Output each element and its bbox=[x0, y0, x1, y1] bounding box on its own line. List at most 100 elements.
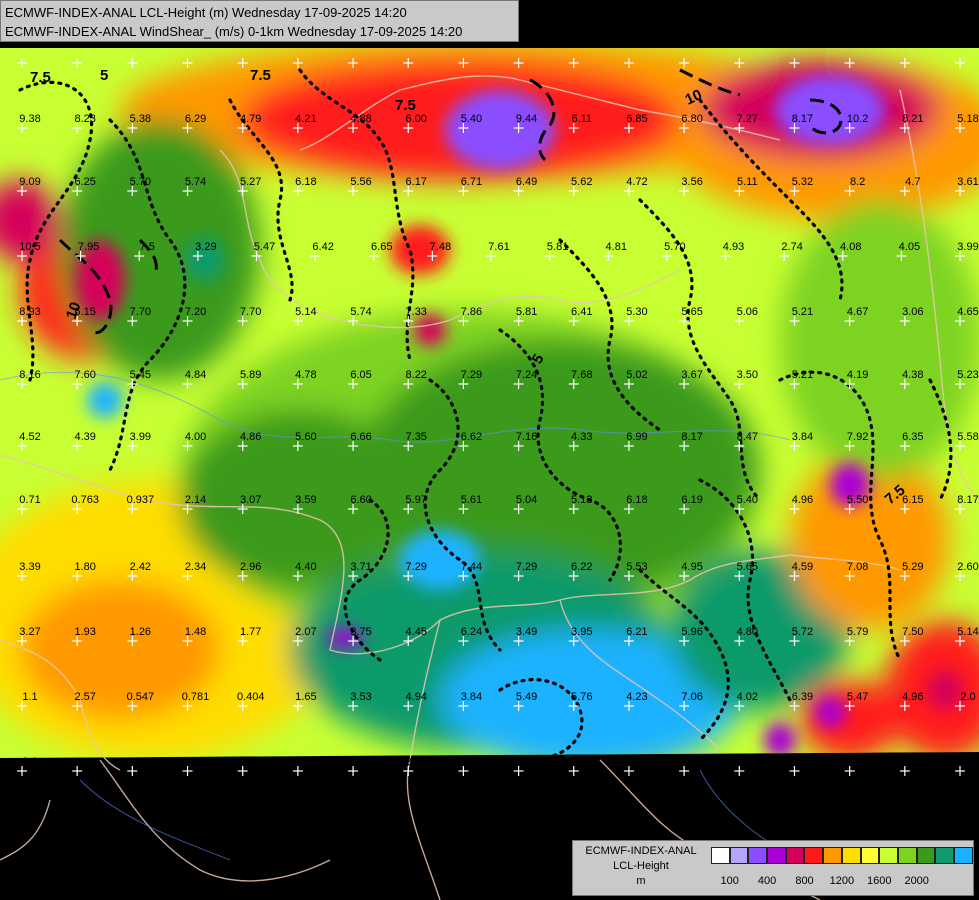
value-label: 8.17 bbox=[792, 113, 813, 125]
value-label: 4.59 bbox=[792, 561, 813, 573]
value-label: 7.29 bbox=[461, 369, 482, 381]
value-label: 0.781 bbox=[182, 691, 210, 703]
value-label: 3.50 bbox=[737, 369, 758, 381]
value-label: 5.61 bbox=[461, 494, 482, 506]
value-label: 4.79 bbox=[240, 113, 261, 125]
value-label: 7.35 bbox=[406, 431, 427, 443]
value-label: 0.404 bbox=[237, 691, 265, 703]
legend-title-line-1: ECMWF-INDEX-ANAL bbox=[585, 845, 697, 857]
legend-tick-label: 800 bbox=[795, 875, 814, 887]
value-label: 4.10 bbox=[516, 756, 537, 768]
legend-tick-label: 1200 bbox=[829, 875, 855, 887]
value-label: 5.27 bbox=[240, 176, 261, 188]
value-label: 5.76 bbox=[571, 691, 592, 703]
value-label: 4.45 bbox=[406, 626, 427, 638]
legend-swatch bbox=[879, 847, 898, 864]
value-label: 8.17 bbox=[957, 494, 978, 506]
value-label: 4.40 bbox=[295, 561, 316, 573]
value-label: 4.7 bbox=[905, 176, 920, 188]
value-label: 8.1 bbox=[960, 756, 975, 768]
value-label: 6.99 bbox=[626, 431, 647, 443]
value-label: 4.23 bbox=[626, 691, 647, 703]
value-label: 5.21 bbox=[792, 369, 813, 381]
value-label: 2.14 bbox=[185, 494, 206, 506]
value-label: 5.21 bbox=[792, 306, 813, 318]
legend-swatch bbox=[767, 847, 786, 864]
value-label: 5.30 bbox=[626, 306, 647, 318]
value-label: 3.49 bbox=[516, 626, 537, 638]
legend-swatch bbox=[804, 847, 824, 864]
value-label: 5.56 bbox=[350, 176, 371, 188]
value-label: 4.66 bbox=[571, 756, 592, 768]
value-label: 7.08 bbox=[847, 561, 868, 573]
value-label: 2.60 bbox=[957, 561, 978, 573]
value-label: 6.42 bbox=[312, 241, 333, 253]
value-label: 6.25 bbox=[74, 176, 95, 188]
value-label: 6.62 bbox=[461, 431, 482, 443]
color-legend: ECMWF-INDEX-ANAL LCL-Height m 100 400 800 1… bbox=[572, 840, 974, 896]
value-label: 1.92 bbox=[185, 756, 206, 768]
value-label: 8.93 bbox=[19, 306, 40, 318]
legend-swatch bbox=[860, 847, 880, 864]
value-label: 3.53 bbox=[350, 691, 371, 703]
value-label: 6.19 bbox=[681, 494, 702, 506]
value-label: 4.88 bbox=[350, 113, 371, 125]
value-label: 4.33 bbox=[571, 431, 592, 443]
value-label: 5.29 bbox=[902, 561, 923, 573]
value-label: 2.51 bbox=[74, 756, 95, 768]
value-label: 9.38 bbox=[19, 113, 40, 125]
value-label: 7.27 bbox=[737, 113, 758, 125]
value-label: 5.97 bbox=[406, 494, 427, 506]
value-label: 4.80 bbox=[737, 626, 758, 638]
value-label: 4.84 bbox=[185, 369, 206, 381]
legend-tick-label: 100 bbox=[720, 875, 739, 887]
legend-swatch bbox=[935, 847, 954, 864]
value-label: 5.74 bbox=[350, 306, 371, 318]
value-label: 4.21 bbox=[295, 113, 316, 125]
value-label: 8.2 bbox=[850, 176, 865, 188]
value-label: 7.48 bbox=[430, 241, 451, 253]
value-label: 4.67 bbox=[847, 306, 868, 318]
value-label: 4.39 bbox=[74, 431, 95, 443]
value-label: 10.5 bbox=[19, 241, 40, 253]
value-label: 8.21 bbox=[902, 113, 923, 125]
legend-swatch bbox=[897, 847, 917, 864]
value-label: 6.29 bbox=[185, 113, 206, 125]
contour-label: 7.5 bbox=[395, 97, 416, 114]
value-label: 2.3 bbox=[22, 756, 37, 768]
value-label: 1.34 bbox=[130, 756, 151, 768]
value-label: 8.22 bbox=[406, 369, 427, 381]
value-label: 1.48 bbox=[185, 626, 206, 638]
value-label: 3.99 bbox=[957, 241, 978, 253]
value-label: 5.65 bbox=[737, 561, 758, 573]
value-label: 4.78 bbox=[295, 369, 316, 381]
value-label: 6.35 bbox=[902, 431, 923, 443]
value-label: 5.02 bbox=[626, 369, 647, 381]
value-label: 9.09 bbox=[19, 176, 40, 188]
value-label: 5.40 bbox=[737, 494, 758, 506]
value-label: 3.39 bbox=[19, 561, 40, 573]
value-label: 4.05 bbox=[681, 756, 702, 768]
value-label: 7.06 bbox=[681, 691, 702, 703]
legend-swatch bbox=[916, 847, 936, 864]
value-label: 6.80 bbox=[681, 113, 702, 125]
value-label: 4.00 bbox=[185, 431, 206, 443]
legend-swatch bbox=[953, 847, 973, 864]
value-label: 0.71 bbox=[19, 494, 40, 506]
value-label: 7.44 bbox=[461, 561, 482, 573]
legend-tick-label: 1600 bbox=[867, 875, 892, 887]
value-label: 3.59 bbox=[295, 494, 316, 506]
value-label: 2.07 bbox=[295, 626, 316, 638]
legend-swatch bbox=[748, 847, 768, 864]
value-label: 3.84 bbox=[792, 431, 813, 443]
value-label: 7.70 bbox=[130, 306, 151, 318]
value-label: 4.08 bbox=[840, 241, 861, 253]
value-label: 5.81 bbox=[547, 241, 568, 253]
value-label: 4.96 bbox=[902, 691, 923, 703]
value-label: 4.52 bbox=[19, 431, 40, 443]
value-label: 5.62 bbox=[571, 176, 592, 188]
value-label: 5.40 bbox=[461, 113, 482, 125]
value-label: 6.18 bbox=[626, 494, 647, 506]
value-label: 6.65 bbox=[371, 241, 392, 253]
value-label: 9.44 bbox=[516, 113, 537, 125]
